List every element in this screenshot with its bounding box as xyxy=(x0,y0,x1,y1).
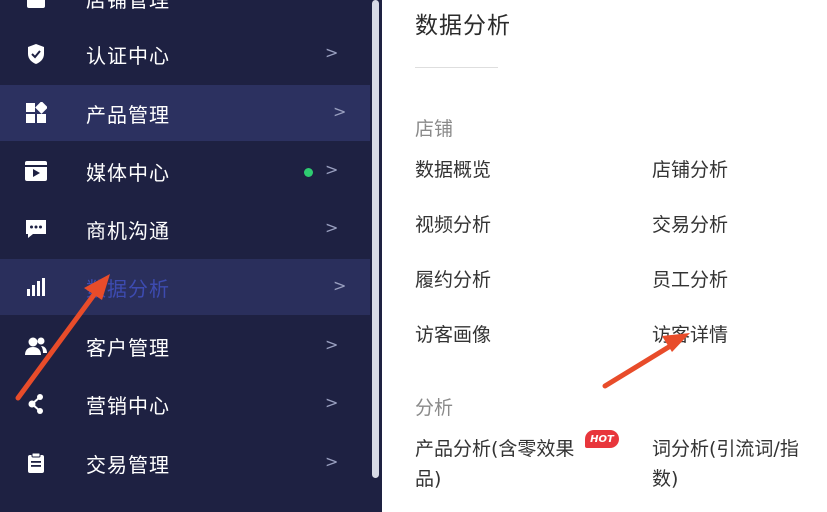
chevron-right-icon: > xyxy=(325,160,339,179)
link-product-analysis[interactable]: 产品分析(含零效果品) xyxy=(415,434,580,494)
product-blocks-icon xyxy=(23,101,49,125)
sidebar-item-data-analysis[interactable]: 数据分析 > xyxy=(0,259,370,315)
chevron-right-icon: > xyxy=(325,393,339,412)
link-transaction-analysis[interactable]: 交易分析 xyxy=(652,210,728,240)
sidebar-item-label: 营销中心 xyxy=(86,394,170,418)
link-fulfillment-analysis[interactable]: 履约分析 xyxy=(415,265,491,295)
share-nodes-icon xyxy=(23,392,49,416)
link-visitor-details[interactable]: 访客详情 xyxy=(652,320,728,350)
link-visitor-profile[interactable]: 访客画像 xyxy=(415,320,491,350)
chevron-right-icon: > xyxy=(325,452,339,471)
divider xyxy=(415,67,498,68)
chevron-right-icon: > xyxy=(325,335,339,354)
chat-icon xyxy=(23,217,49,241)
clipboard-icon xyxy=(23,451,49,475)
chevron-right-icon: > xyxy=(333,276,347,295)
bar-chart-icon xyxy=(23,275,49,299)
video-icon xyxy=(23,159,49,183)
sidebar-item-label: 认证中心 xyxy=(86,44,170,68)
sidebar-item-transaction-management[interactable]: 交易管理 > xyxy=(0,435,370,491)
link-staff-analysis[interactable]: 员工分析 xyxy=(652,265,728,295)
link-store-analysis[interactable]: 店铺分析 xyxy=(652,155,728,185)
sidebar-scrollbar[interactable] xyxy=(372,0,379,478)
chevron-right-icon: > xyxy=(325,218,339,237)
panel-title: 数据分析 xyxy=(415,13,511,39)
sidebar-item-label: 店铺管理 xyxy=(86,0,170,12)
sidebar-item-store-management[interactable]: 店铺管理 xyxy=(0,0,370,28)
submenu-panel: 数据分析 店铺 数据概览 店铺分析 视频分析 交易分析 履约分析 员工分析 访客… xyxy=(382,0,827,512)
section-heading-analysis: 分析 xyxy=(415,397,454,419)
sidebar: 店铺管理 认证中心 > 产品管理 > 媒体中心 > 商机沟通 > 数据分析 > … xyxy=(0,0,382,512)
store-icon xyxy=(23,0,49,12)
link-video-analysis[interactable]: 视频分析 xyxy=(415,210,491,240)
chevron-right-icon: > xyxy=(325,43,339,62)
sidebar-item-label: 交易管理 xyxy=(86,453,170,477)
sidebar-item-label: 媒体中心 xyxy=(86,161,170,185)
sidebar-item-marketing-center[interactable]: 营销中心 > xyxy=(0,376,370,432)
sidebar-item-media-center[interactable]: 媒体中心 > xyxy=(0,143,370,199)
sidebar-item-label: 商机沟通 xyxy=(86,219,170,243)
hot-badge: HOT xyxy=(585,430,619,448)
sidebar-item-label: 客户管理 xyxy=(86,336,170,360)
sidebar-item-label: 数据分析 xyxy=(86,277,170,301)
users-icon xyxy=(23,334,49,358)
sidebar-item-label: 产品管理 xyxy=(86,103,170,127)
chevron-right-icon: > xyxy=(333,102,347,121)
sidebar-item-customer-management[interactable]: 客户管理 > xyxy=(0,318,370,374)
sidebar-item-business-chat[interactable]: 商机沟通 > xyxy=(0,201,370,257)
link-data-overview[interactable]: 数据概览 xyxy=(415,155,491,185)
notification-dot xyxy=(304,168,313,177)
link-keyword-analysis[interactable]: 词分析(引流词/指数) xyxy=(652,434,822,494)
shield-icon xyxy=(23,42,49,66)
sidebar-item-product-management[interactable]: 产品管理 > xyxy=(0,85,370,141)
section-heading-store: 店铺 xyxy=(415,118,454,140)
sidebar-item-certification[interactable]: 认证中心 > xyxy=(0,26,370,82)
